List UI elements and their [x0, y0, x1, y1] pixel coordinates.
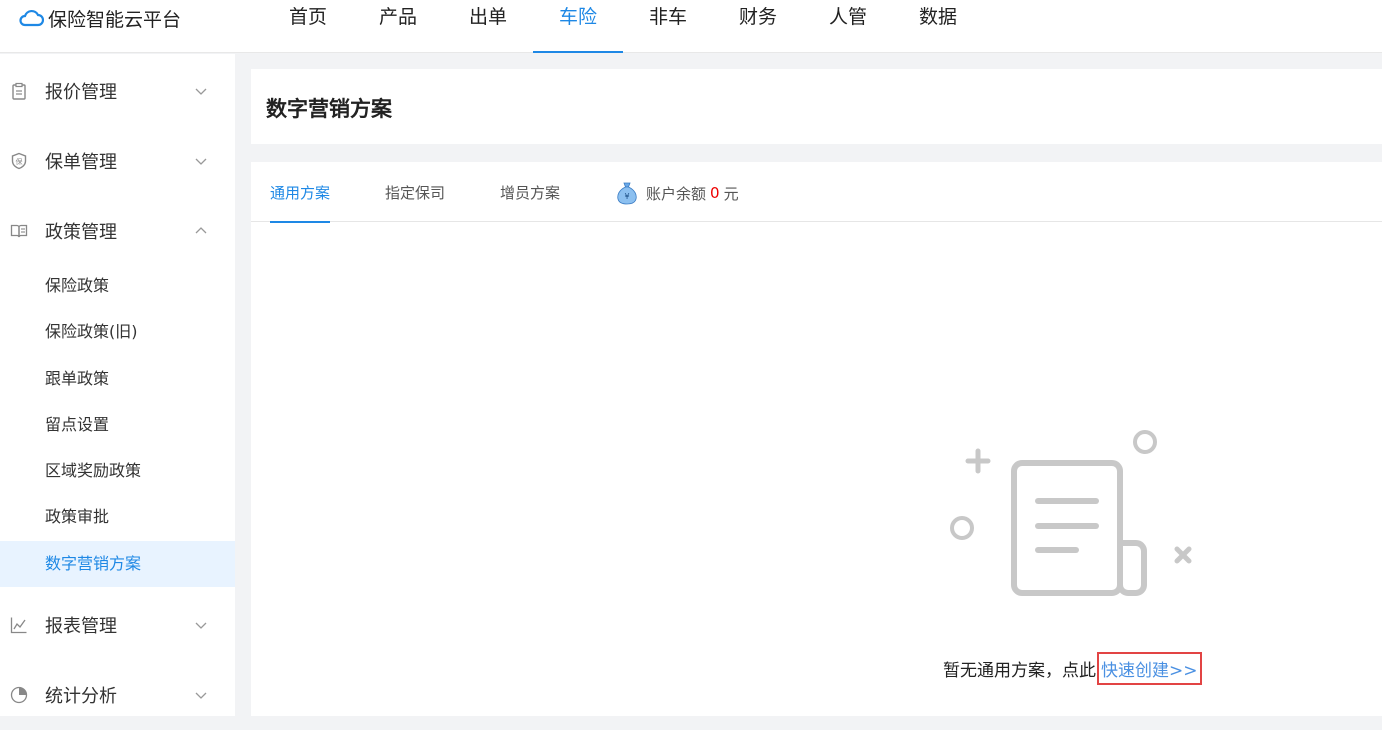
app-title: 保险智能云平台 — [48, 8, 182, 31]
chevron-down-icon — [195, 622, 207, 629]
top-bar: 保险智能云平台 首页 产品 出单 车险 非车 财务 人管 数据 — [0, 0, 1382, 53]
line-chart-icon — [10, 617, 27, 634]
empty-state-message: 暂无通用方案，点此 快速创建>> — [943, 652, 1202, 685]
sidebar-item-follow-policy[interactable]: 跟单政策 — [0, 356, 235, 402]
sidebar-group-policy[interactable]: 保 保单管理 — [0, 126, 235, 196]
app-logo[interactable]: 保险智能云平台 — [18, 5, 181, 31]
content-panel: 通用方案 指定保司 增员方案 ¥ 账户余额 0 元 暂无通用方案，点此 快速创建… — [251, 162, 1382, 716]
sidebar-item-insurance-policy[interactable]: 保险政策 — [0, 263, 235, 309]
account-balance: ¥ 账户余额 0 元 — [616, 182, 739, 205]
empty-document-illustration — [950, 430, 1192, 596]
sidebar-group-label: 报表管理 — [45, 616, 117, 637]
svg-text:保: 保 — [16, 157, 23, 166]
chevron-down-icon — [195, 692, 207, 699]
balance-amount: 0 — [710, 184, 720, 202]
tab-bar: 通用方案 指定保司 增员方案 ¥ 账户余额 0 元 — [251, 162, 1382, 223]
sidebar-group-label: 报价管理 — [45, 82, 117, 103]
main-nav: 首页 产品 出单 车险 非车 财务 人管 数据 — [263, 0, 983, 53]
page-title: 数字营销方案 — [266, 97, 392, 121]
tab-general-plan[interactable]: 通用方案 — [270, 182, 331, 223]
sidebar-group-statistics[interactable]: 统计分析 — [0, 660, 235, 730]
nav-item-data[interactable]: 数据 — [893, 0, 983, 53]
page-header: 数字营销方案 — [251, 69, 1382, 144]
sidebar-item-insurance-policy-old[interactable]: 保险政策(旧) — [0, 309, 235, 355]
chevron-down-icon — [195, 88, 207, 95]
nav-item-finance[interactable]: 财务 — [713, 0, 803, 53]
pie-chart-icon — [10, 686, 28, 704]
money-bag-icon: ¥ — [617, 182, 637, 205]
nav-item-issue[interactable]: 出单 — [443, 0, 533, 53]
nav-item-product[interactable]: 产品 — [353, 0, 443, 53]
nav-item-hr[interactable]: 人管 — [803, 0, 893, 53]
sidebar-group-quote[interactable]: 报价管理 — [0, 56, 235, 126]
empty-state-text: 暂无通用方案，点此 — [943, 661, 1096, 681]
sidebar-group-label: 统计分析 — [45, 686, 117, 707]
sidebar-item-regional-reward[interactable]: 区域奖励政策 — [0, 448, 235, 494]
nav-item-non-auto[interactable]: 非车 — [623, 0, 713, 53]
balance-unit: 元 — [723, 184, 739, 203]
nav-item-home[interactable]: 首页 — [263, 0, 353, 53]
sidebar-group-label: 保单管理 — [45, 152, 117, 173]
chevron-up-icon — [195, 227, 207, 234]
sidebar-group-label: 政策管理 — [45, 222, 117, 243]
sidebar-item-digital-marketing[interactable]: 数字营销方案 — [0, 541, 235, 587]
sidebar-item-retention-settings[interactable]: 留点设置 — [0, 402, 235, 448]
sidebar-item-policy-approval[interactable]: 政策审批 — [0, 494, 235, 540]
book-icon — [10, 224, 28, 238]
shield-icon: 保 — [11, 152, 27, 170]
balance-label: 账户余额 — [646, 184, 707, 203]
tab-recruitment-plan[interactable]: 增员方案 — [500, 182, 560, 222]
chevron-down-icon — [195, 158, 207, 165]
clipboard-icon — [12, 82, 26, 100]
cloud-icon — [19, 9, 44, 27]
sidebar-group-policy-management[interactable]: 政策管理 — [0, 196, 235, 266]
svg-text:¥: ¥ — [624, 192, 629, 201]
quick-create-link[interactable]: 快速创建>> — [1097, 652, 1202, 685]
nav-item-auto-insurance[interactable]: 车险 — [533, 0, 623, 53]
sidebar-group-reports[interactable]: 报表管理 — [0, 590, 235, 660]
tab-designated-insurer[interactable]: 指定保司 — [385, 182, 445, 222]
sidebar: 报价管理 保 保单管理 政策管理 保险政策 保险政策(旧) 跟单政策 留点设置 … — [0, 54, 235, 716]
